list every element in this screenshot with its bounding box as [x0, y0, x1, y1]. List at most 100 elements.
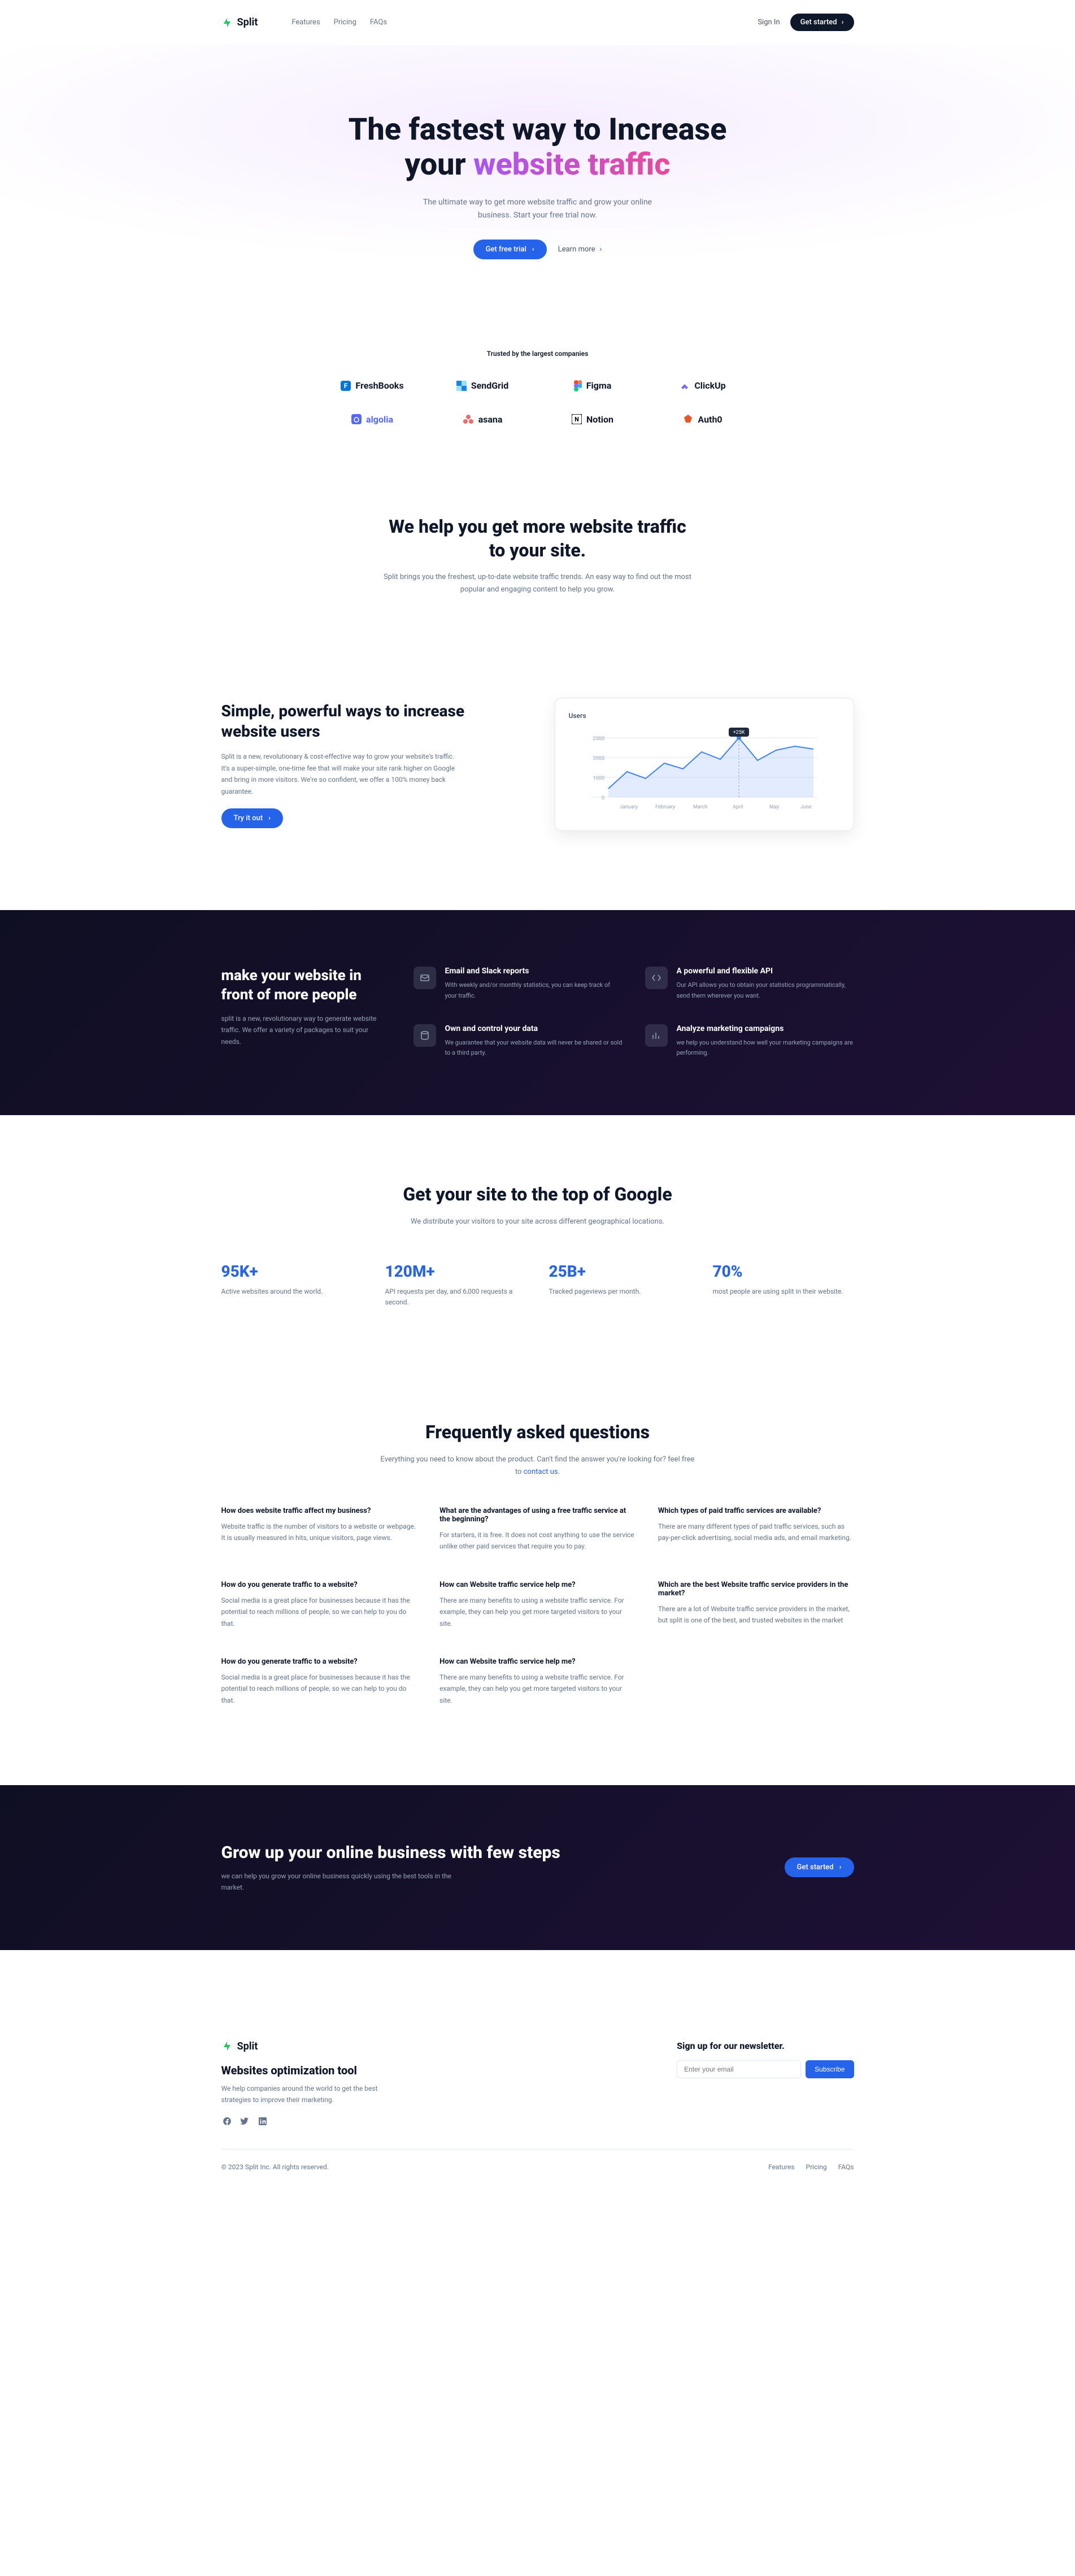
logo-sendgrid: SendGrid	[445, 380, 521, 391]
cta-sub: we can help you grow your online busines…	[221, 1870, 470, 1894]
stats-grid: 95K+Active websites around the world. 12…	[221, 1262, 854, 1308]
svg-text:2500: 2500	[593, 736, 604, 742]
hero-cta: Get free trial Learn more	[221, 240, 854, 259]
logo-figma: Figma	[555, 380, 631, 391]
logo-auth0: Auth0	[665, 414, 741, 425]
footer: Split Websites optimization tool We help…	[0, 1950, 1075, 2194]
footer-nav-pricing[interactable]: Pricing	[806, 2163, 827, 2171]
nav-faqs[interactable]: FAQs	[370, 18, 387, 27]
trusted-label: Trusted by the largest companies	[221, 350, 854, 358]
logo-icon	[221, 17, 233, 28]
feature-sub: Split is a new, revolutionary & cost-eff…	[221, 751, 459, 797]
help-title: We help you get more website traffic to …	[380, 515, 696, 562]
free-trial-button[interactable]: Get free trial	[473, 240, 547, 259]
svg-text:F: F	[344, 382, 348, 390]
newsletter-title: Sign up for our newsletter.	[677, 2040, 854, 2051]
faq-section: Frequently asked questions Everything yo…	[0, 1376, 1075, 1785]
feature-title: Simple, powerful ways to increase websit…	[221, 701, 521, 742]
logo-asana: asana	[445, 414, 521, 425]
feature-api: A powerful and flexible APIOur API allow…	[645, 967, 854, 1001]
dark-title: make your website in front of more peopl…	[221, 967, 380, 1005]
hero-line2a: your	[405, 147, 474, 182]
faq-grid: How does website traffic affect my busin…	[221, 1507, 854, 1706]
feature-analyze: Analyze marketing campaignswe help you u…	[645, 1024, 854, 1059]
header-actions: Sign In Get started	[758, 14, 854, 31]
users-chart: 2500 2000 1000 0 +25K January February M…	[569, 726, 840, 817]
nav-features[interactable]: Features	[291, 18, 320, 27]
chart-title: Users	[569, 712, 840, 720]
svg-text:N: N	[575, 416, 579, 423]
facebook-icon[interactable]	[221, 2116, 232, 2126]
faq-item: How can Website traffic service help me?…	[439, 1657, 636, 1706]
faq-item: How do you generate traffic to a website…	[221, 1657, 417, 1706]
learn-more-button[interactable]: Learn more	[558, 245, 602, 254]
logo[interactable]: Split	[221, 16, 258, 28]
svg-text:+25K: +25K	[733, 730, 745, 736]
faq-item: How can Website traffic service help me?…	[439, 1581, 636, 1629]
svg-text:June: June	[800, 804, 812, 810]
cta-section: Grow up your online business with few st…	[0, 1785, 1075, 1950]
footer-nav: Features Pricing FAQs	[768, 2163, 854, 2171]
chart-icon	[645, 1024, 668, 1047]
hero-line1: The fastest way to Increase	[349, 112, 727, 147]
logo-freshbooks: FFreshBooks	[334, 380, 411, 391]
svg-text:1000: 1000	[593, 776, 604, 781]
hero-section: The fastest way to Increase your website…	[0, 45, 1075, 316]
footer-nav-features[interactable]: Features	[768, 2163, 794, 2171]
cta-title: Grow up your online business with few st…	[221, 1842, 560, 1864]
linkedin-icon[interactable]	[258, 2116, 268, 2126]
stats-sub: We distribute your visitors to your site…	[380, 1216, 696, 1228]
nav-pricing[interactable]: Pricing	[334, 18, 356, 27]
logo-icon	[221, 2040, 233, 2052]
footer-title: Websites optimization tool	[221, 2064, 402, 2077]
subscribe-button[interactable]: Subscribe	[806, 2060, 854, 2078]
newsletter: Sign up for our newsletter. Subscribe	[677, 2040, 854, 2126]
dark-sub: split is a new, revolutionary way to gen…	[221, 1013, 380, 1047]
footer-sub: We help companies around the world to ge…	[221, 2083, 402, 2106]
dark-features-section: make your website in front of more peopl…	[0, 910, 1075, 1115]
svg-text:0: 0	[601, 795, 604, 801]
faq-item: What are the advantages of using a free …	[439, 1507, 636, 1552]
signin-link[interactable]: Sign In	[758, 18, 780, 27]
stat-item: 70%most people are using split in their …	[713, 1262, 854, 1308]
svg-text:2000: 2000	[593, 756, 604, 762]
svg-text:May: May	[769, 804, 780, 810]
footer-nav-faqs[interactable]: FAQs	[838, 2163, 854, 2171]
feature-email-reports: Email and Slack reportsWith weekly and/o…	[414, 967, 623, 1001]
contact-link[interactable]: contact us	[524, 1468, 558, 1476]
faq-item: How do you generate traffic to a website…	[221, 1581, 417, 1629]
try-it-button[interactable]: Try it out	[221, 808, 284, 828]
help-section: We help you get more website traffic to …	[0, 493, 1075, 619]
social-links	[221, 2116, 402, 2126]
stats-section: Get your site to the top of Google We di…	[0, 1115, 1075, 1376]
twitter-icon[interactable]	[240, 2116, 250, 2126]
svg-text:March: March	[693, 804, 707, 810]
hero-line2b: website traffic	[473, 147, 670, 182]
stat-item: 120M+API requests per day, and 6,000 req…	[385, 1262, 526, 1308]
logo-grid: FFreshBooks SendGrid Figma ClickUp algol…	[334, 380, 741, 425]
logo-notion: NNotion	[555, 414, 631, 425]
faq-sub: Everything you need to know about the pr…	[380, 1454, 696, 1478]
cta-get-started-button[interactable]: Get started	[785, 1857, 854, 1877]
header: Split Features Pricing FAQs Sign In Get …	[221, 0, 854, 45]
svg-text:January: January	[620, 804, 638, 810]
trusted-section: Trusted by the largest companies FFreshB…	[0, 316, 1075, 493]
svg-text:April: April	[733, 804, 743, 810]
stat-item: 95K+Active websites around the world.	[221, 1262, 363, 1308]
feature-own-data: Own and control your dataWe guarantee th…	[414, 1024, 623, 1059]
get-started-button[interactable]: Get started	[790, 14, 854, 31]
chart-card: Users 2500 2000 1000 0 +25K Janu	[555, 698, 854, 831]
brand-name: Split	[237, 16, 258, 28]
copyright: © 2023 Split Inc. All rights reserved.	[221, 2163, 329, 2171]
faq-title: Frequently asked questions	[380, 1421, 696, 1444]
footer-logo[interactable]: Split	[221, 2040, 402, 2052]
feature-section: Simple, powerful ways to increase websit…	[0, 619, 1075, 910]
email-input[interactable]	[677, 2060, 801, 2078]
svg-text:February: February	[655, 804, 676, 810]
logo-algolia: algolia	[334, 414, 411, 425]
stat-item: 25B+Tracked pageviews per month.	[549, 1262, 690, 1308]
help-sub: Split brings you the freshest, up-to-dat…	[380, 571, 696, 596]
database-icon	[414, 1024, 436, 1047]
code-icon	[645, 967, 668, 989]
faq-item: How does website traffic affect my busin…	[221, 1507, 417, 1552]
